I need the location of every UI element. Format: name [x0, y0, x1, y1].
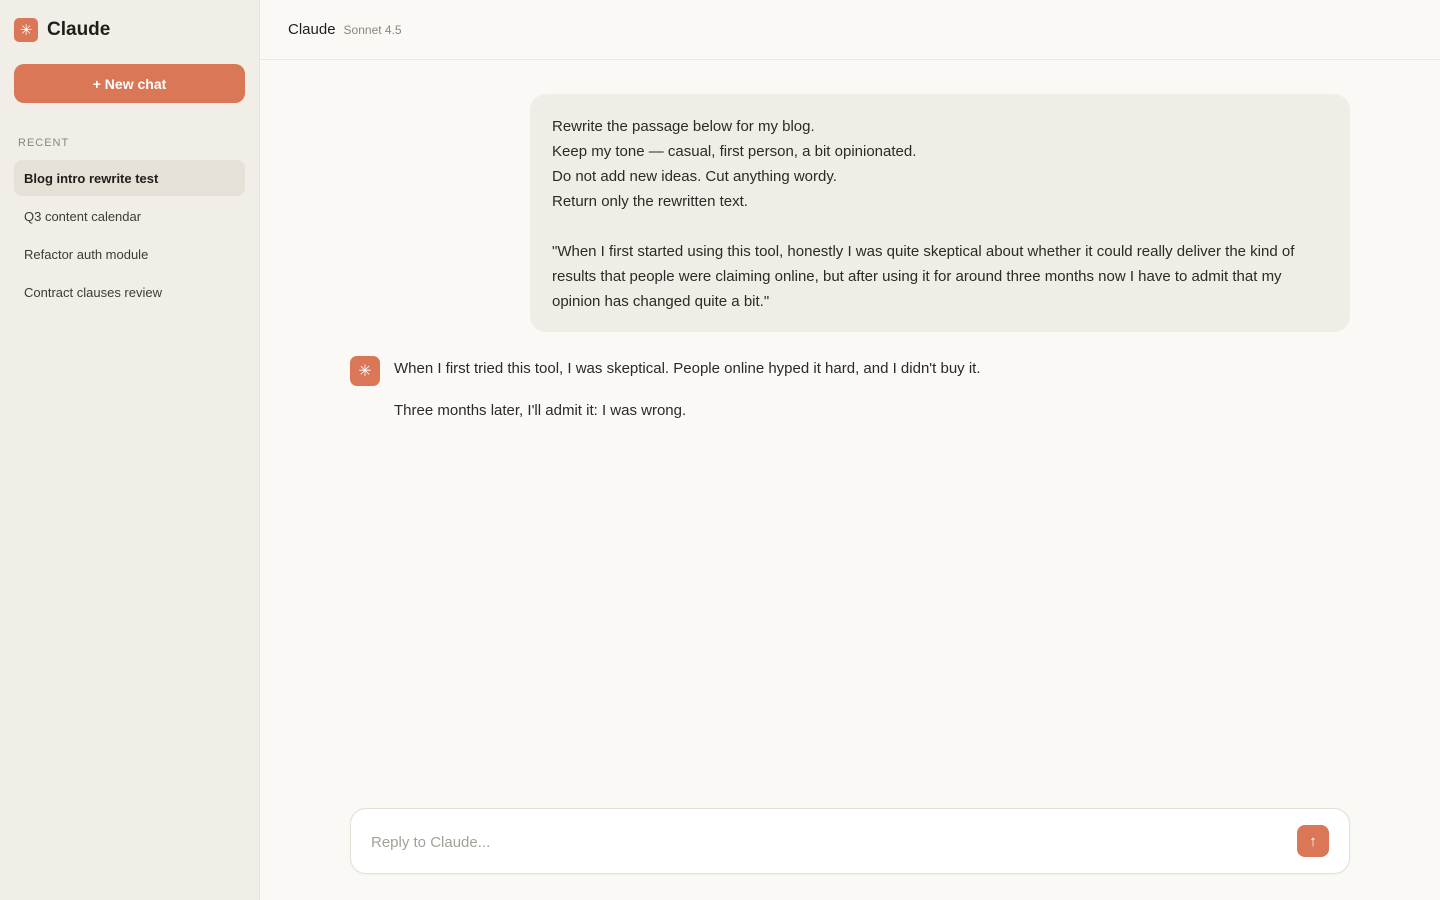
user-message-line: Return only the rewritten text. [552, 193, 748, 210]
user-message-quote: "When I first started using this tool, h… [552, 243, 1295, 310]
composer: ↑ [350, 808, 1350, 874]
claude-avatar-icon: ✳ [350, 356, 380, 386]
model-name[interactable]: Sonnet 4.5 [344, 23, 402, 37]
brand[interactable]: ✳ Claude [14, 18, 110, 42]
user-message-line: Keep my tone — casual, first person, a b… [552, 143, 917, 160]
recent-chat-item[interactable]: Contract clauses review [14, 274, 245, 310]
user-message: Rewrite the passage below for my blog. K… [530, 94, 1350, 332]
recent-chat-item[interactable]: Q3 content calendar [14, 198, 245, 234]
assistant-paragraph: When I first tried this tool, I was skep… [394, 360, 981, 377]
recent-section-label: RECENT [18, 137, 70, 149]
recent-chat-item[interactable]: Refactor auth module [14, 236, 245, 272]
chat-title: Claude [288, 21, 336, 38]
arrow-up-icon: ↑ [1309, 832, 1317, 850]
reply-input[interactable] [371, 829, 1271, 855]
user-message-line: Rewrite the passage below for my blog. [552, 118, 815, 135]
recent-chat-item[interactable]: Blog intro rewrite test [14, 160, 245, 196]
new-chat-button[interactable]: + New chat [14, 64, 245, 103]
claude-logo-icon: ✳ [14, 18, 38, 42]
user-message-line: Do not add new ideas. Cut anything wordy… [552, 168, 837, 185]
assistant-message-text: When I first tried this tool, I was skep… [394, 357, 1294, 423]
chat-header: Claude Sonnet 4.5 [260, 0, 1440, 60]
sidebar: ✳ Claude + New chat RECENT Blog intro re… [0, 0, 260, 900]
send-button[interactable]: ↑ [1297, 825, 1329, 857]
brand-name: Claude [47, 19, 111, 40]
chat-main: Claude Sonnet 4.5 Rewrite the passage be… [260, 0, 1440, 900]
recent-chat-list: Blog intro rewrite test Q3 content calen… [14, 160, 245, 312]
assistant-paragraph: Three months later, I'll admit it: I was… [394, 402, 687, 419]
